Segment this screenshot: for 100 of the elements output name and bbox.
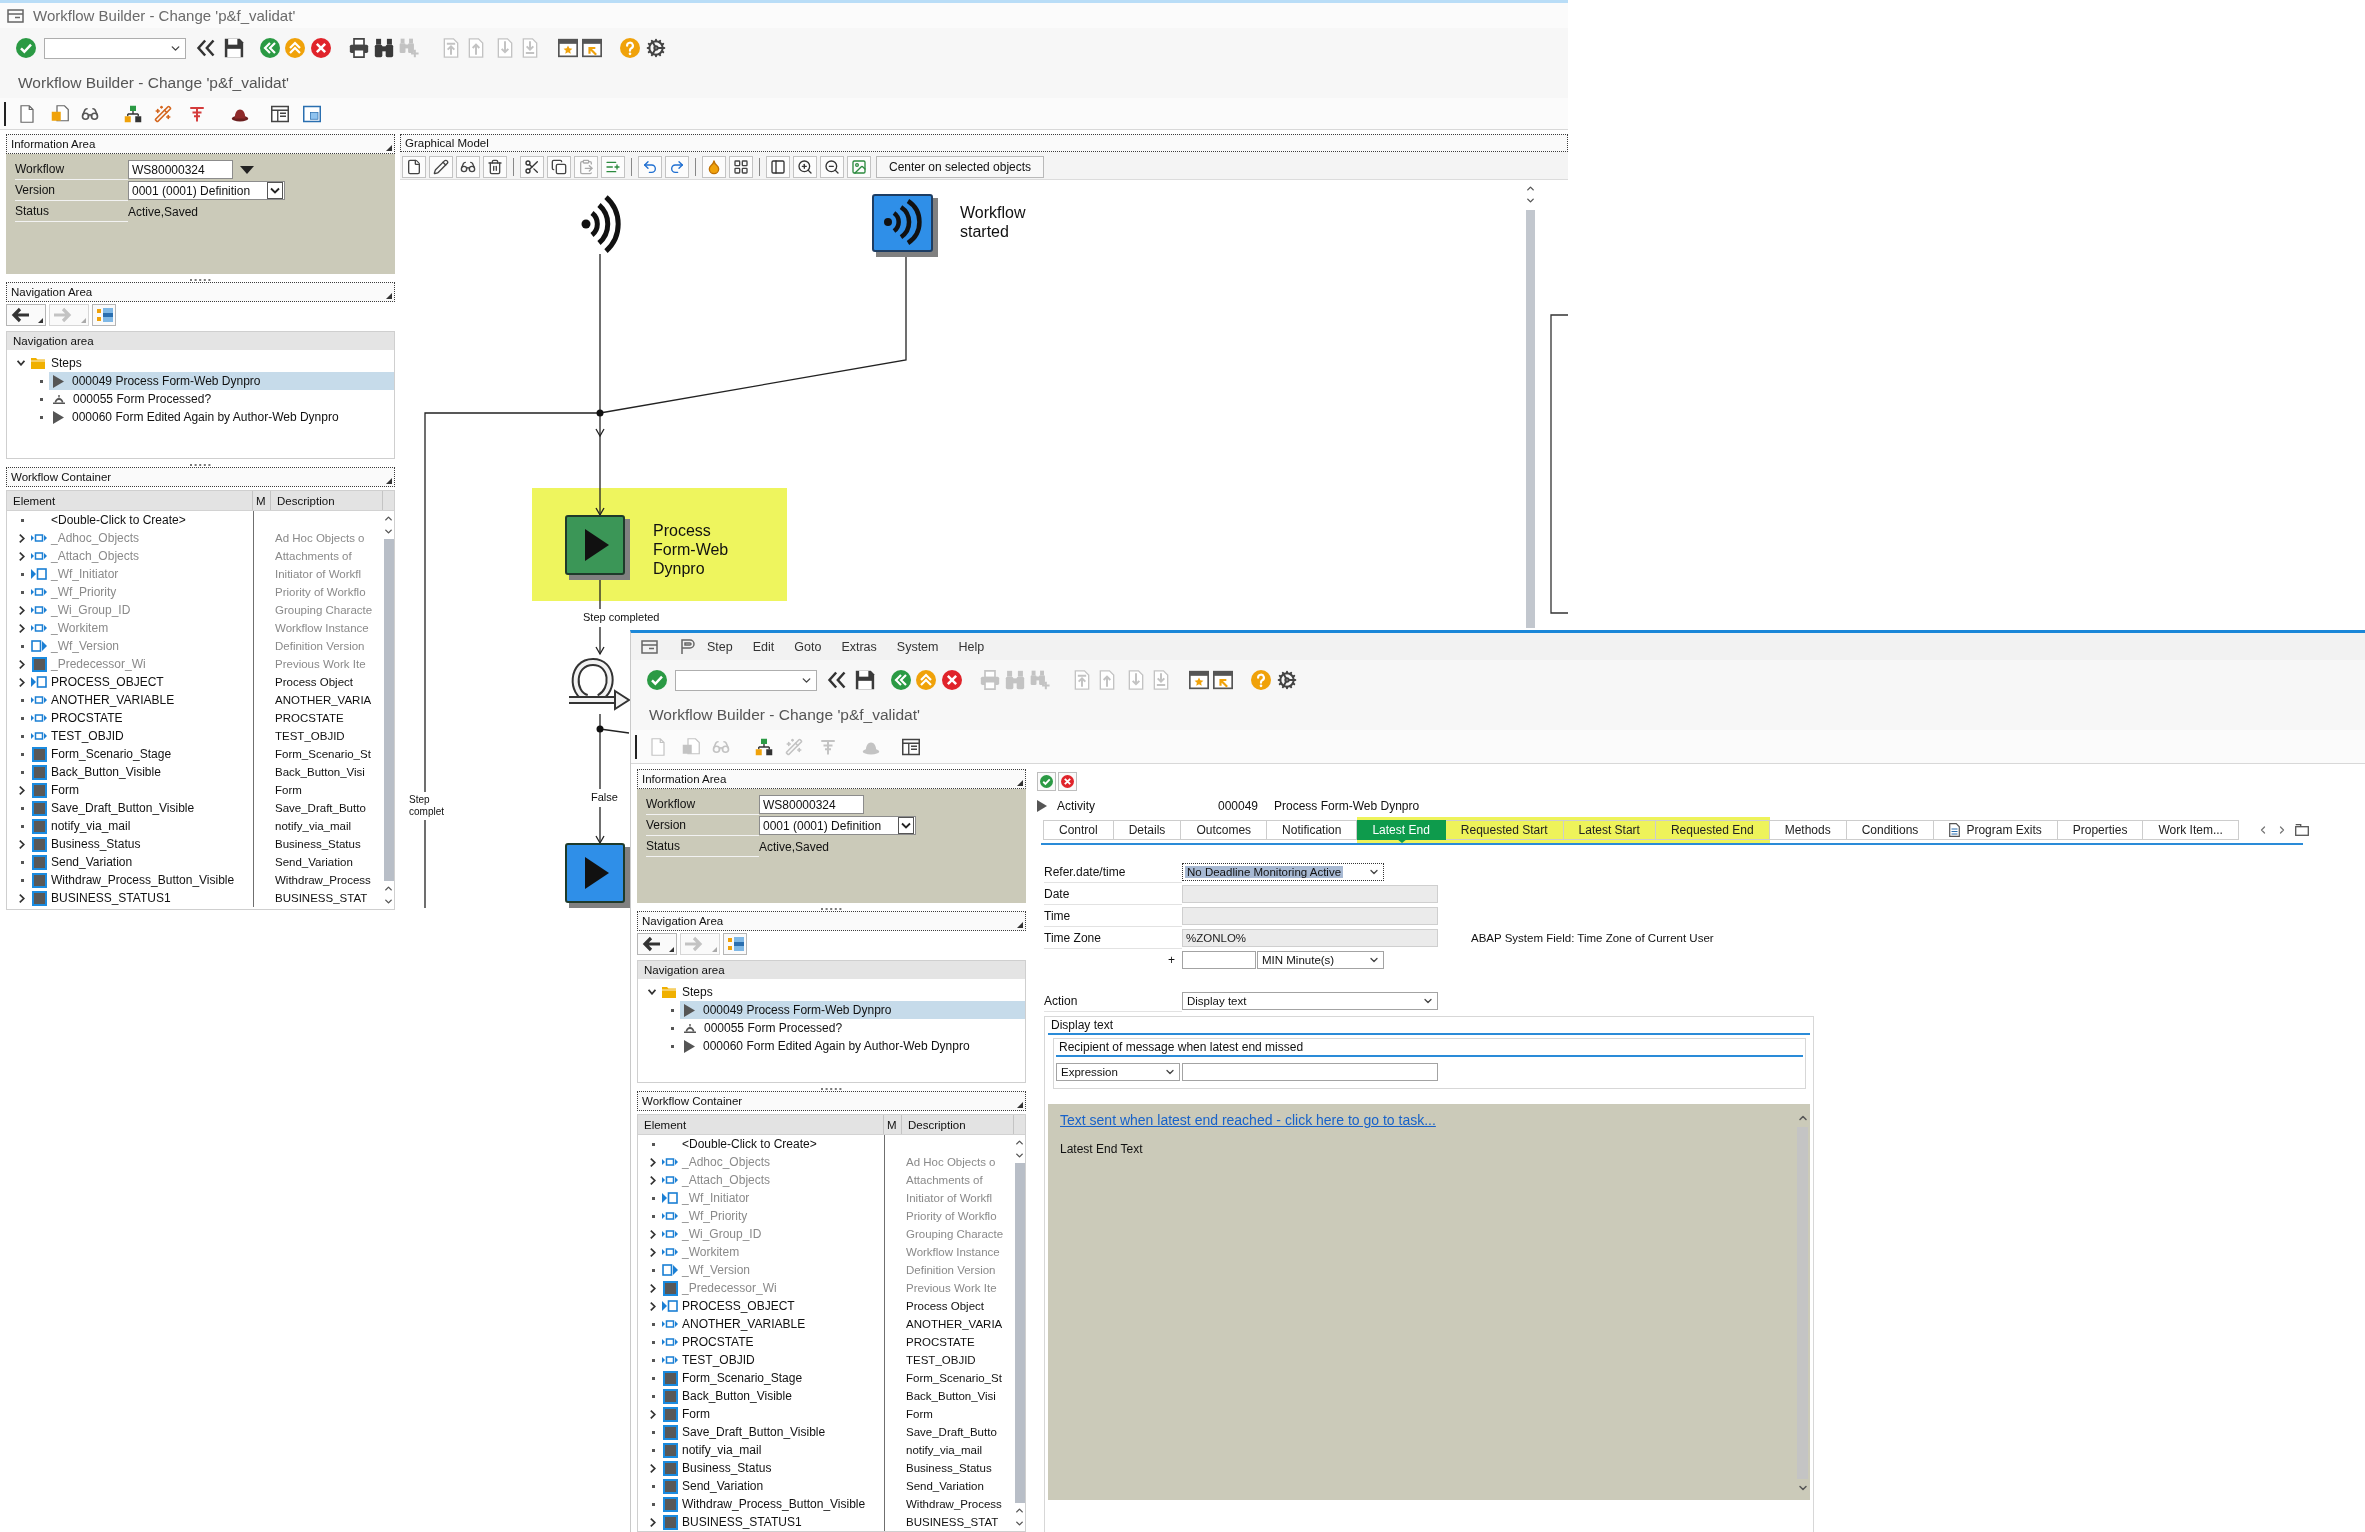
scroll-down-icon[interactable] bbox=[1525, 195, 1536, 206]
scroll-up-icon[interactable] bbox=[1014, 1505, 1025, 1516]
dropdown-field[interactable]: No Deadline Monitoring Active bbox=[1182, 863, 1384, 881]
tab[interactable]: Conditions bbox=[1846, 817, 1935, 843]
chevron-right-icon[interactable] bbox=[650, 1517, 656, 1527]
chevron-down-icon[interactable] bbox=[17, 360, 25, 366]
copy-button[interactable] bbox=[547, 155, 571, 178]
chevron-right-icon[interactable] bbox=[19, 551, 25, 561]
column-header[interactable]: Element bbox=[638, 1115, 884, 1134]
column-header[interactable]: Description bbox=[902, 1115, 1014, 1134]
tab[interactable]: Properties bbox=[2057, 817, 2144, 843]
expand-triangle-icon[interactable] bbox=[1037, 800, 1047, 812]
tree-item[interactable]: 000055 Form Processed? bbox=[49, 390, 394, 408]
column-header[interactable]: Element bbox=[7, 491, 253, 510]
chevron-right-icon[interactable] bbox=[19, 659, 25, 669]
dropdown-field[interactable]: 0001 (0001) Definition bbox=[128, 181, 285, 200]
tree-item[interactable]: 000055 Form Processed? bbox=[680, 1019, 1025, 1037]
chevron-right-icon[interactable] bbox=[650, 1409, 656, 1419]
tree-item[interactable]: 000060 Form Edited Again by Author-Web Dynpro bbox=[49, 408, 394, 426]
tab[interactable]: Latest Start bbox=[1563, 817, 1656, 843]
menu-item[interactable]: Goto bbox=[794, 637, 822, 656]
task-link[interactable]: Text sent when latest end reached - click here to go to task... bbox=[1060, 1112, 1436, 1128]
window-icon[interactable] bbox=[7, 8, 24, 23]
chevron-right-icon[interactable] bbox=[19, 893, 25, 903]
cancel-button[interactable] bbox=[1058, 772, 1077, 791]
back-button[interactable] bbox=[637, 933, 677, 955]
save-button[interactable] bbox=[853, 668, 877, 692]
scroll-down-icon[interactable] bbox=[383, 526, 394, 537]
tab[interactable]: Control bbox=[1043, 817, 1114, 843]
cut-button[interactable] bbox=[520, 155, 544, 178]
scroll-up-icon[interactable] bbox=[383, 513, 394, 524]
chevron-right-icon[interactable] bbox=[650, 1229, 656, 1239]
confirm-button[interactable] bbox=[1037, 772, 1056, 791]
settings-button[interactable] bbox=[644, 36, 668, 60]
menu-item[interactable]: Edit bbox=[752, 637, 775, 656]
fill-button[interactable] bbox=[702, 155, 726, 178]
tab[interactable]: Requested Start bbox=[1445, 817, 1564, 843]
tab[interactable]: Notification bbox=[1267, 817, 1358, 843]
overview-button[interactable] bbox=[723, 933, 747, 955]
save-button[interactable] bbox=[222, 36, 246, 60]
input-field[interactable] bbox=[1182, 951, 1256, 969]
chevron-right-icon[interactable] bbox=[650, 1463, 656, 1473]
chevron-right-icon[interactable] bbox=[19, 839, 25, 849]
enter-button[interactable] bbox=[645, 668, 669, 692]
chevron-right-icon[interactable] bbox=[19, 623, 25, 633]
tree-item[interactable]: 000049 Process Form-Web Dynpro bbox=[680, 1001, 1025, 1019]
tab[interactable]: Details bbox=[1113, 817, 1182, 843]
enter-button[interactable] bbox=[14, 36, 38, 60]
input-field[interactable] bbox=[1182, 1063, 1438, 1081]
new-button[interactable] bbox=[402, 155, 426, 178]
cancel-button[interactable] bbox=[940, 668, 964, 692]
column-header[interactable]: M bbox=[884, 1115, 902, 1134]
new-session-button[interactable] bbox=[1187, 668, 1211, 692]
center-button[interactable]: Center on selected objects bbox=[876, 155, 1045, 178]
display-button[interactable] bbox=[456, 155, 480, 178]
folder-outline-icon[interactable] bbox=[2294, 824, 2309, 836]
scroll-up-icon[interactable] bbox=[1525, 183, 1536, 194]
chevron-right-icon[interactable] bbox=[19, 533, 25, 543]
chevron-right-icon[interactable] bbox=[650, 1157, 656, 1167]
align-button[interactable] bbox=[766, 155, 790, 178]
menu-item[interactable]: System bbox=[896, 637, 939, 656]
chevron-right-icon[interactable] bbox=[650, 1175, 656, 1185]
scroll-down-icon[interactable] bbox=[1014, 1518, 1025, 1529]
redo-button[interactable] bbox=[665, 155, 689, 178]
chevron-right-icon[interactable] bbox=[650, 1283, 656, 1293]
menu-item[interactable]: Step bbox=[707, 637, 733, 656]
column-header[interactable]: Description bbox=[271, 491, 383, 510]
dropdown-field[interactable]: Expression bbox=[1056, 1063, 1180, 1081]
zoom-out-button[interactable] bbox=[820, 155, 844, 178]
tab[interactable]: Program Exits bbox=[1934, 817, 2058, 843]
new-session-button[interactable] bbox=[556, 36, 580, 60]
back-button[interactable] bbox=[6, 304, 46, 326]
column-header[interactable]: M bbox=[253, 491, 271, 510]
shortcut-button[interactable] bbox=[580, 36, 604, 60]
chevron-right-icon[interactable] bbox=[650, 1247, 656, 1257]
input-field[interactable]: WS80000324 bbox=[128, 160, 233, 179]
shortcut-button[interactable] bbox=[1211, 668, 1235, 692]
menu-item[interactable]: Help bbox=[958, 637, 985, 656]
tab[interactable]: Work Item... bbox=[2143, 817, 2239, 843]
scrollbar-thumb[interactable] bbox=[1526, 210, 1535, 628]
tree-item[interactable]: Steps bbox=[30, 354, 394, 372]
print-button[interactable] bbox=[347, 36, 371, 60]
dropdown-field[interactable]: 0001 (0001) Definition bbox=[759, 816, 916, 835]
settings-button[interactable] bbox=[1275, 668, 1299, 692]
scroll-up-icon[interactable] bbox=[1014, 1137, 1025, 1148]
scroll-down-icon[interactable] bbox=[383, 896, 394, 907]
delete-button[interactable] bbox=[483, 155, 507, 178]
triangle-down-icon[interactable] bbox=[240, 165, 254, 174]
cancel-button[interactable] bbox=[309, 36, 333, 60]
dropdown-field[interactable]: Display text bbox=[1182, 992, 1438, 1010]
overview-button[interactable] bbox=[92, 304, 116, 326]
command-field[interactable] bbox=[44, 37, 186, 59]
scroll-down-icon[interactable] bbox=[1014, 1150, 1025, 1161]
image-button[interactable] bbox=[847, 155, 871, 178]
menu-item[interactable]: Extras bbox=[841, 637, 877, 656]
tree-item[interactable]: 000060 Form Edited Again by Author-Web Dynpro bbox=[680, 1037, 1025, 1055]
dropdown-field[interactable]: MIN Minute(s) bbox=[1257, 951, 1384, 969]
tab[interactable]: Requested End bbox=[1655, 817, 1770, 843]
chevron-right-icon[interactable] bbox=[19, 605, 25, 615]
insert-button[interactable] bbox=[601, 155, 625, 178]
